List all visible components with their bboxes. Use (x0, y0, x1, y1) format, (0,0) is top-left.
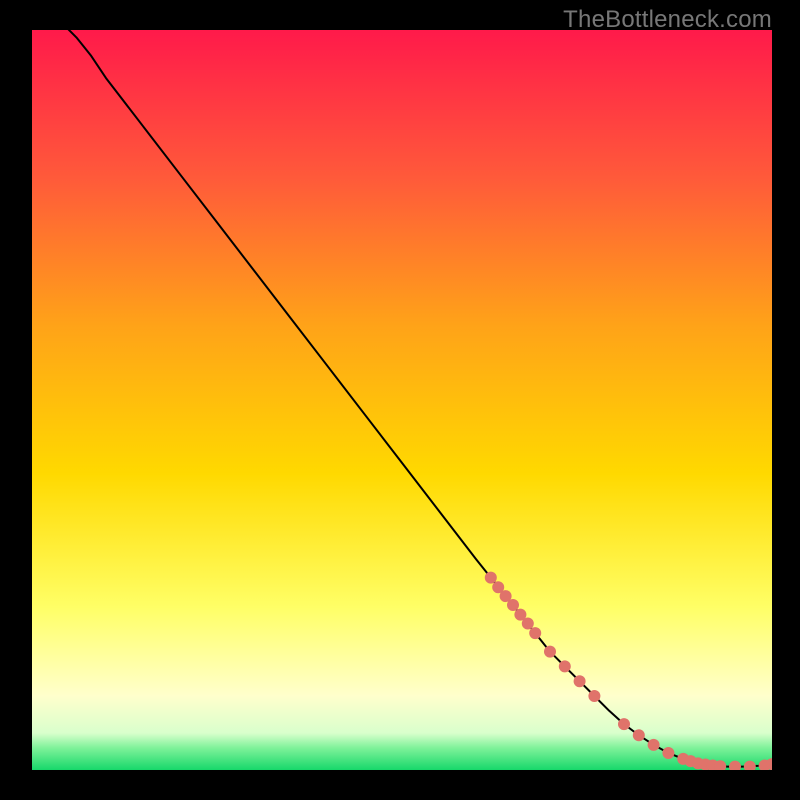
marker-point (507, 599, 519, 611)
chart-stage: TheBottleneck.com (0, 0, 800, 800)
marker-point (522, 617, 534, 629)
marker-point (574, 675, 586, 687)
marker-point (485, 572, 497, 584)
gradient-background (32, 30, 772, 770)
marker-point (588, 690, 600, 702)
marker-point (662, 747, 674, 759)
marker-point (529, 627, 541, 639)
plot-area (32, 30, 772, 770)
marker-point (648, 739, 660, 751)
marker-point (633, 729, 645, 741)
marker-point (544, 646, 556, 658)
marker-point (559, 660, 571, 672)
marker-point (618, 718, 630, 730)
chart-svg (32, 30, 772, 770)
